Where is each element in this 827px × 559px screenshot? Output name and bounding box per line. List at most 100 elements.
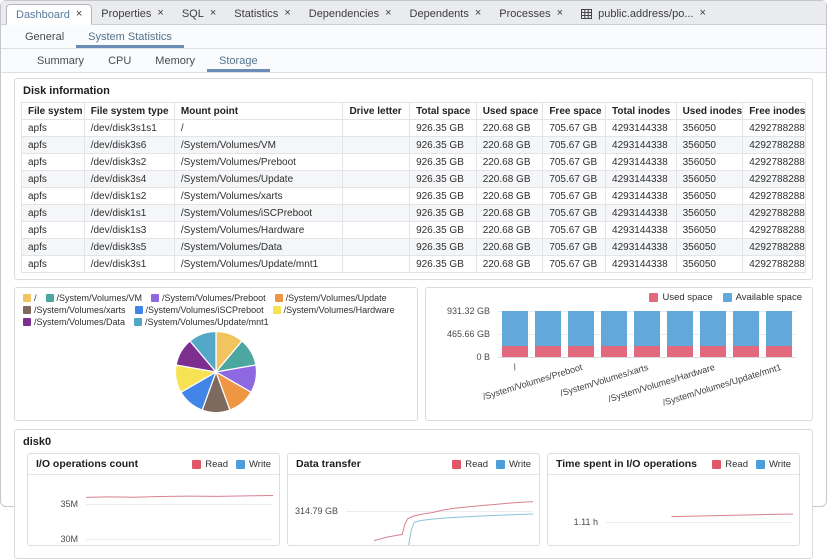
close-icon[interactable]: × (76, 9, 82, 20)
table-cell: 356050 (676, 239, 743, 256)
table-cell: 4293144338 (606, 205, 677, 222)
window-tab-statistics[interactable]: Statistics × (225, 3, 299, 24)
bar-chart-x-labels: //System/Volumes/Preboot/System/Volumes/… (498, 359, 796, 417)
bar-available-segment (601, 311, 627, 346)
window-tab-dependencies[interactable]: Dependencies× (300, 3, 401, 24)
window-tab-label: public.address/po... (598, 8, 693, 20)
close-icon[interactable]: × (557, 8, 563, 19)
pie-legend-label: /System/Volumes/VM (57, 292, 143, 304)
io-chart-body: 314.79 GB (288, 475, 539, 545)
table-cell: /dev/disk1s1 (84, 205, 174, 222)
nav-tab-general[interactable]: General (13, 25, 76, 48)
subtab-storage[interactable]: Storage (207, 49, 270, 72)
pie-legend-item: /System/Volumes/xarts (23, 304, 126, 316)
table-cell: 926.35 GB (410, 171, 477, 188)
table-cell: apfs (22, 188, 85, 205)
close-icon[interactable]: × (699, 8, 705, 19)
column-header: Total inodes (606, 103, 677, 120)
table-cell: 4293144338 (606, 137, 677, 154)
table-cell: 356050 (676, 188, 743, 205)
table-row: apfs/dev/disk3s2/System/Volumes/Preboot9… (22, 154, 806, 171)
legend-swatch-icon (756, 460, 765, 469)
io-legend-item: Write (756, 459, 791, 470)
storage-charts-row: //System/Volumes/VM/System/Volumes/Prebo… (14, 287, 813, 421)
bar-legend-item: Used space (649, 292, 712, 303)
pie-legend-label: /System/Volumes/iSCPreboot (146, 304, 264, 316)
legend-swatch-icon (23, 318, 31, 326)
table-header-row: File systemFile system typeMount pointDr… (22, 103, 806, 120)
table-cell: /dev/disk3s1s1 (84, 120, 174, 137)
io-chart-legend: Read Write (712, 459, 791, 470)
bar-used-segment (700, 346, 726, 357)
legend-swatch-icon (135, 306, 143, 314)
space-bar-chart-panel: Used spaceAvailable space 931.32 GB465.6… (425, 287, 813, 421)
table-cell: 926.35 GB (410, 188, 477, 205)
table-cell: 220.68 GB (476, 205, 543, 222)
window-tab-label: Processes (499, 8, 550, 20)
table-cell: apfs (22, 222, 85, 239)
pgadmin-dashboard-window: { "window_tabs": [ {"label":"Dashboard",… (0, 0, 827, 507)
bar-available-segment (667, 311, 693, 346)
io-legend-item: Read (712, 459, 748, 470)
table-cell: 705.67 GB (543, 120, 606, 137)
close-icon[interactable]: × (475, 8, 481, 19)
legend-swatch-icon (23, 294, 31, 302)
table-cell: 220.68 GB (476, 239, 543, 256)
column-header: Free space (543, 103, 606, 120)
legend-swatch-icon (23, 306, 31, 314)
pie-legend-item: /System/Volumes/Preboot (151, 292, 266, 304)
io-legend-label: Write (509, 459, 531, 470)
pie-legend-item: /System/Volumes/Update/mnt1 (134, 316, 269, 328)
system-statistics-nav-tabs: SummaryCPUMemoryStorage (1, 49, 826, 73)
subtab-cpu[interactable]: CPU (96, 49, 143, 72)
table-cell: 356050 (676, 222, 743, 239)
window-tab-public-address-po-[interactable]: public.address/po... × (572, 3, 715, 24)
window-tab-dependents[interactable]: Dependents × (401, 3, 491, 24)
table-cell: 926.35 GB (410, 222, 477, 239)
table-cell: 926.35 GB (410, 256, 477, 273)
close-icon[interactable]: × (157, 8, 163, 19)
io-y-tick-label: 1.11 h (548, 517, 598, 527)
window-tab-label: Dependents (410, 8, 469, 20)
table-cell: apfs (22, 256, 85, 273)
table-cell: /dev/disk1s2 (84, 188, 174, 205)
window-tab-label: Dashboard (16, 9, 70, 21)
subtab-memory[interactable]: Memory (143, 49, 207, 72)
nav-tab-system-statistics[interactable]: System Statistics (76, 25, 184, 48)
bar-x-tick-label: /System/Volumes/Update/mnt1 (661, 362, 782, 408)
subtab-summary[interactable]: Summary (25, 49, 96, 72)
bar-used-segment (766, 346, 792, 357)
window-tab-sql[interactable]: SQL× (173, 3, 225, 24)
bar-used-segment (502, 346, 528, 357)
bar-legend-label: Available space (736, 292, 802, 303)
table-cell: 926.35 GB (410, 120, 477, 137)
legend-swatch-icon (712, 460, 721, 469)
pie-legend-label: /System/Volumes/xarts (34, 304, 126, 316)
table-cell: 4292788288 (743, 222, 806, 239)
io-legend-item: Write (236, 459, 271, 470)
window-tab-processes[interactable]: Processes × (490, 3, 572, 24)
legend-swatch-icon (46, 294, 54, 302)
table-cell: 926.35 GB (410, 137, 477, 154)
table-cell: 4292788288 (743, 137, 806, 154)
legend-swatch-icon (192, 460, 201, 469)
pie-legend-label: /System/Volumes/Update (286, 292, 387, 304)
close-icon[interactable]: × (284, 8, 290, 19)
table-cell: 356050 (676, 154, 743, 171)
window-tab-properties[interactable]: Properties× (92, 3, 173, 24)
bar-used-segment (733, 346, 759, 357)
stacked-bar (535, 311, 561, 357)
pie-legend-label: /System/Volumes/Data (34, 316, 125, 328)
window-tab-label: Statistics (234, 8, 278, 20)
close-icon[interactable]: × (385, 8, 391, 19)
io-legend-label: Read (465, 459, 488, 470)
close-icon[interactable]: × (210, 8, 216, 19)
window-tab-dashboard[interactable]: Dashboard × (6, 4, 92, 25)
table-cell: 220.68 GB (476, 137, 543, 154)
table-cell: /dev/disk1s3 (84, 222, 174, 239)
table-cell: 4292788288 (743, 154, 806, 171)
table-row: apfs/dev/disk3s5/System/Volumes/Data926.… (22, 239, 806, 256)
io-chart-header: Data transferReadWrite (288, 454, 539, 475)
disk-information-table: File systemFile system typeMount pointDr… (21, 102, 806, 273)
table-cell: 4292788288 (743, 120, 806, 137)
